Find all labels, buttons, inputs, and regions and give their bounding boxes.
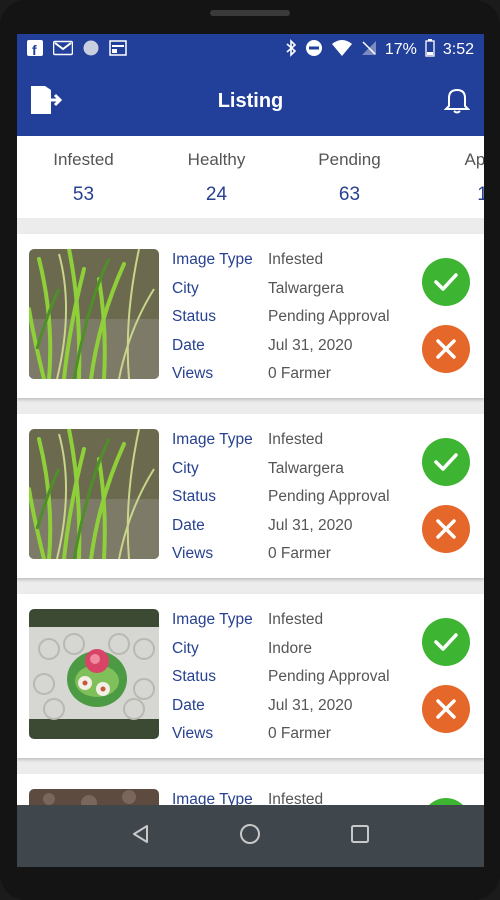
status-tabs: Infested 53 Healthy 24 Pending 63 Appr 1 [17, 136, 484, 218]
divider [17, 218, 484, 234]
approve-button[interactable] [422, 618, 470, 666]
tab-count: 53 [72, 184, 95, 205]
home-icon[interactable] [239, 823, 261, 850]
battery-percent: 17% [384, 41, 417, 58]
views-label: Views [172, 545, 214, 563]
system-nav-bar [17, 805, 484, 867]
clock: 3:52 [442, 41, 474, 58]
do-not-disturb-icon [305, 39, 323, 62]
tab-count: 1 [477, 184, 484, 205]
close-icon [436, 699, 456, 719]
image-type-value: Infested [268, 431, 324, 449]
list-item[interactable]: Image Type Infested City Talwargera Status… [17, 414, 484, 578]
views-label: Views [172, 365, 214, 383]
date-value: Jul 31, 2020 [268, 696, 353, 714]
tab-approved[interactable]: Appr 1 [416, 136, 484, 218]
reject-button[interactable] [422, 505, 470, 553]
app-bar: Listing [17, 66, 484, 136]
facebook-icon: f [27, 39, 43, 61]
image-type-label: Image Type [172, 611, 253, 629]
tab-infested[interactable]: Infested 53 [17, 136, 150, 218]
card-fields: Image Type Infested City Talwargera Status… [172, 246, 412, 389]
views-value: 0 Farmer [268, 725, 331, 743]
no-signal-icon [361, 39, 377, 62]
close-icon [436, 339, 456, 359]
reject-button[interactable] [422, 325, 470, 373]
image-type-value: Infested [268, 251, 324, 269]
grass-photo[interactable] [29, 429, 159, 559]
date-label: Date [172, 696, 205, 714]
approve-button[interactable] [422, 438, 470, 486]
tab-label: Infested [53, 150, 114, 169]
date-value: Jul 31, 2020 [268, 516, 353, 534]
grass-photo[interactable] [29, 249, 159, 379]
city-label: City [172, 459, 199, 477]
wifi-icon [331, 39, 353, 62]
date-label: Date [172, 336, 205, 354]
status-value: Pending Approval [268, 668, 390, 686]
city-label: City [172, 639, 199, 657]
list-item[interactable]: Image Type Infested City Indore Status Pend… [17, 594, 484, 758]
city-value: Talwargera [268, 279, 344, 297]
status-label: Status [172, 488, 216, 506]
tab-healthy[interactable]: Healthy 24 [150, 136, 283, 218]
tab-count: 24 [205, 184, 228, 205]
city-label: City [172, 279, 199, 297]
cake-photo[interactable] [29, 609, 159, 739]
image-type-value: Infested [268, 611, 324, 629]
date-label: Date [172, 516, 205, 534]
views-label: Views [172, 725, 214, 743]
check-icon [434, 273, 458, 291]
reject-button[interactable] [422, 685, 470, 733]
city-value: Talwargera [268, 459, 344, 477]
status-value: Pending Approval [268, 488, 390, 506]
status-value: Pending Approval [268, 308, 390, 326]
phone-speaker [210, 10, 290, 16]
status-label: Status [172, 308, 216, 326]
battery-icon [425, 38, 435, 62]
image-type-label: Image Type [172, 251, 253, 269]
tab-label: Appr [464, 150, 484, 169]
check-icon [434, 633, 458, 651]
views-value: 0 Farmer [268, 545, 331, 563]
tab-count: 63 [338, 184, 361, 205]
check-icon [434, 453, 458, 471]
exit-icon[interactable] [29, 84, 63, 121]
tab-label: Pending [318, 150, 381, 169]
views-value: 0 Farmer [268, 365, 331, 383]
city-value: Indore [268, 639, 312, 657]
circle-icon [83, 40, 99, 61]
page-title: Listing [217, 89, 284, 112]
image-type-label: Image Type [172, 431, 253, 449]
card-fields: Image Type Infested City Talwargera Status… [172, 426, 412, 569]
recents-icon[interactable] [350, 824, 370, 849]
date-value: Jul 31, 2020 [268, 336, 353, 354]
card-fields: Image Type Infested City Indore Status Pend… [172, 606, 412, 749]
screen: f 17% 3:52 Listing Infested 53 Healthy 2… [17, 34, 484, 867]
bell-icon[interactable] [443, 86, 471, 119]
bluetooth-icon [285, 38, 297, 62]
calendar-icon [109, 39, 127, 61]
phone-frame: f 17% 3:52 Listing Infested 53 Healthy 2… [0, 0, 500, 900]
tab-label: Healthy [187, 150, 246, 169]
approve-button[interactable] [422, 258, 470, 306]
back-icon[interactable] [131, 824, 151, 849]
listing-list: Image Type Infested City Talwargera Status… [17, 234, 484, 867]
tab-pending[interactable]: Pending 63 [283, 136, 416, 218]
list-item[interactable]: Image Type Infested City Talwargera Status… [17, 234, 484, 398]
svg-text:f: f [32, 42, 37, 56]
close-icon [436, 519, 456, 539]
gmail-icon [52, 40, 74, 61]
status-label: Status [172, 668, 216, 686]
status-bar: f 17% 3:52 [17, 34, 484, 66]
